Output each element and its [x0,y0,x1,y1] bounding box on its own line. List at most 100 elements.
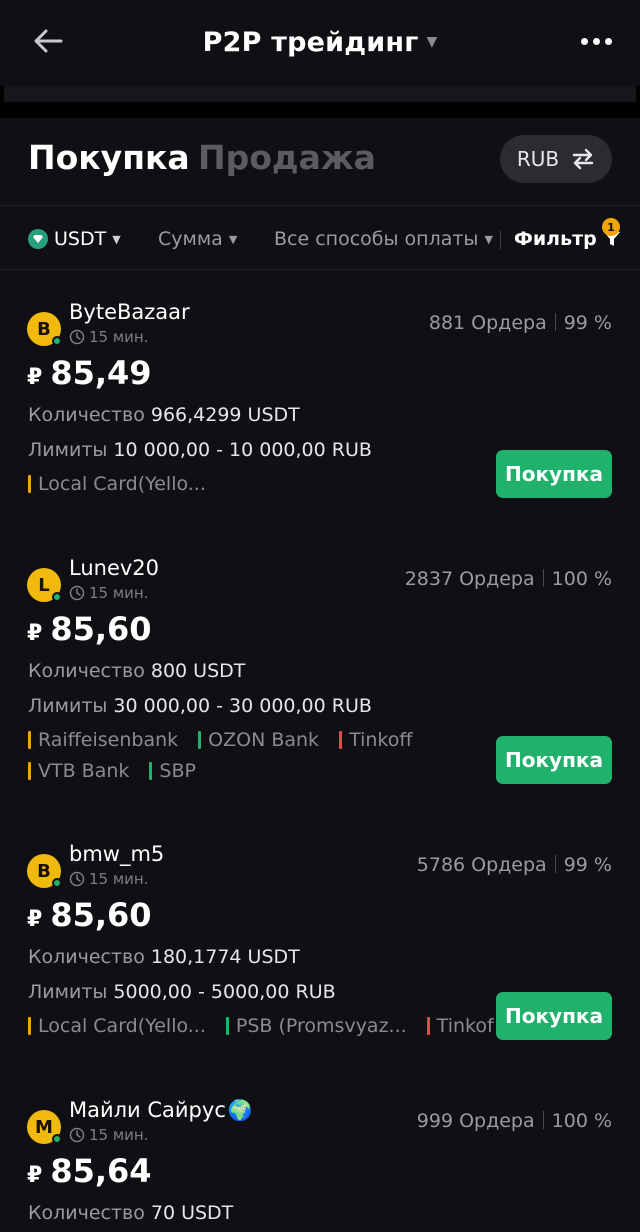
payment-method-name: OZON Bank [208,729,320,751]
price-value: 85,60 [50,610,152,648]
quantity-value: 966,4299 USDT [150,404,300,426]
payment-method-tag: Local Card(Yello... [28,473,206,495]
offer-row: M Майли Сайрус 🌍 15 мин. 999 Ордера 100 % ₽85,… [0,1098,640,1232]
avatar-initial: M [35,1116,53,1138]
stats-separator [554,313,556,331]
payment-color-bar [225,1017,229,1035]
filter-bar: USDT ▼ Сумма ▼ Все способы оплаты ▼ Филь… [0,206,640,270]
order-count: 2837 Ордера [404,568,535,590]
caret-down-icon: ▼ [426,34,438,50]
limits-label: Лимиты [28,695,108,717]
merchant-stats: 5786 Ордера 99 % [417,854,612,876]
price-value: 85,60 [50,896,152,934]
avatar[interactable]: M [27,1110,62,1144]
limits-row: Лимиты 10 000,00 - 10 000,00 RUB [28,439,372,461]
buy-button[interactable]: Покупка [496,992,612,1040]
quantity-label: Количество [28,1202,145,1224]
response-time-text: 15 мин. [89,328,149,346]
payment-method-tag: Tinkoff [426,1015,494,1037]
quantity-row: Количество 800 USDT [28,660,245,682]
more-dots-icon [604,37,612,45]
order-count: 5786 Ордера [416,854,547,876]
payment-filter[interactable]: Все способы оплаты ▼ [274,226,493,252]
tab-sell[interactable]: Продажа [198,138,376,177]
merchant-name-text: Lunev20 [69,556,160,580]
merchant-stats: 2837 Ордера 100 % [405,568,612,590]
offer-price: ₽85,64 [27,1152,152,1190]
clock-icon [69,1127,85,1143]
response-time-text: 15 мин. [89,1126,149,1144]
stats-separator [542,1111,544,1129]
payment-method-name: VTB Bank [38,760,130,782]
avatar[interactable]: L [27,568,62,602]
payment-method-tag: VTB Bank [28,760,129,782]
divider-line [4,86,636,102]
payment-method-name: Raiffeisenbank [38,729,179,751]
offer-row: B ByteBazaar 15 мин. 881 Ордера 99 % ₽85,49 Ко… [0,300,640,532]
merchant-stats: 881 Ордера 99 % [429,312,612,334]
more-button[interactable] [572,22,620,60]
quantity-row: Количество 966,4299 USDT [28,404,300,426]
merchant-name[interactable]: bmw_m5 [69,842,164,866]
clock-icon [69,585,85,601]
merchant-name[interactable]: Lunev20 [69,556,159,580]
merchant-name[interactable]: Майли Сайрус 🌍 [69,1098,253,1122]
caret-down-icon: ▼ [484,232,493,246]
globe-icon: 🌍 [227,1098,253,1122]
order-count: 881 Ордера [428,312,547,334]
merchant-name-text: bmw_m5 [69,842,165,866]
payment-methods-row: VTB Bank SBP [28,760,494,786]
offer-price: ₽85,60 [27,896,152,934]
price-value: 85,64 [50,1152,152,1190]
tab-buy[interactable]: Покупка [28,138,190,177]
currency-symbol: ₽ [27,621,43,646]
filter-separator [500,230,501,250]
caret-down-icon: ▼ [112,232,121,246]
payment-method-tag: SBP [149,760,196,782]
payment-methods-row: Raiffeisenbank OZON Bank Tinkoff [28,729,494,755]
avatar[interactable]: B [27,312,62,346]
amount-filter[interactable]: Сумма ▼ [158,226,237,252]
buy-button[interactable]: Покупка [496,736,612,784]
offer-row: L Lunev20 15 мин. 2837 Ордера 100 % ₽85,60 Кол… [0,556,640,788]
filter-button-label: Фильтр [514,228,597,250]
merchant-stats: 999 Ордера 100 % [417,1110,612,1132]
payment-method-tag: PSB (Promsvyaz... [225,1015,407,1037]
top-bar: P2P трейдинг ▼ [0,0,640,88]
page-title: P2P трейдинг [202,26,419,58]
more-dots-icon [580,37,588,45]
order-count: 999 Ордера [416,1110,535,1132]
filter-count-badge: 1 [602,218,620,236]
payment-method-tag: Raiffeisenbank [28,729,178,751]
currency-switch-button[interactable]: RUB [500,135,612,183]
completion-rate: 100 % [551,568,612,590]
currency-symbol: ₽ [27,1163,43,1188]
payment-method-tag: OZON Bank [198,729,319,751]
header-divider [0,86,640,118]
offer-price: ₽85,49 [27,354,152,392]
currency-symbol: ₽ [27,365,43,390]
quantity-label: Количество [28,660,145,682]
limits-value: 30 000,00 - 30 000,00 RUB [113,695,372,717]
response-time-text: 15 мин. [89,870,149,888]
avatar[interactable]: B [27,854,62,888]
payment-method-name: PSB (Promsvyaz... [235,1015,407,1037]
payment-color-bar [28,1017,31,1035]
more-dots-icon [592,37,600,45]
payment-method-tag: Local Card(Yello... [28,1015,206,1037]
online-indicator [52,878,62,888]
payment-color-bar [426,1017,430,1035]
buy-button[interactable]: Покупка [496,450,612,498]
payment-methods: Local Card(Yello... [28,473,206,495]
avatar-initial: B [37,860,51,882]
title-selector[interactable]: P2P трейдинг ▼ [0,22,640,62]
limits-row: Лимиты 5000,00 - 5000,00 RUB [28,981,336,1003]
payment-color-bar [339,731,343,749]
merchant-name[interactable]: ByteBazaar [69,300,190,324]
payment-method-name: Local Card(Yello... [38,1015,206,1037]
usdt-icon [28,229,48,249]
payment-method-name: Local Card(Yello... [38,473,206,495]
payment-methods: VTB Bank SBP [28,760,196,782]
coin-filter[interactable]: USDT ▼ [28,226,121,252]
avatar-initial: B [37,318,51,340]
